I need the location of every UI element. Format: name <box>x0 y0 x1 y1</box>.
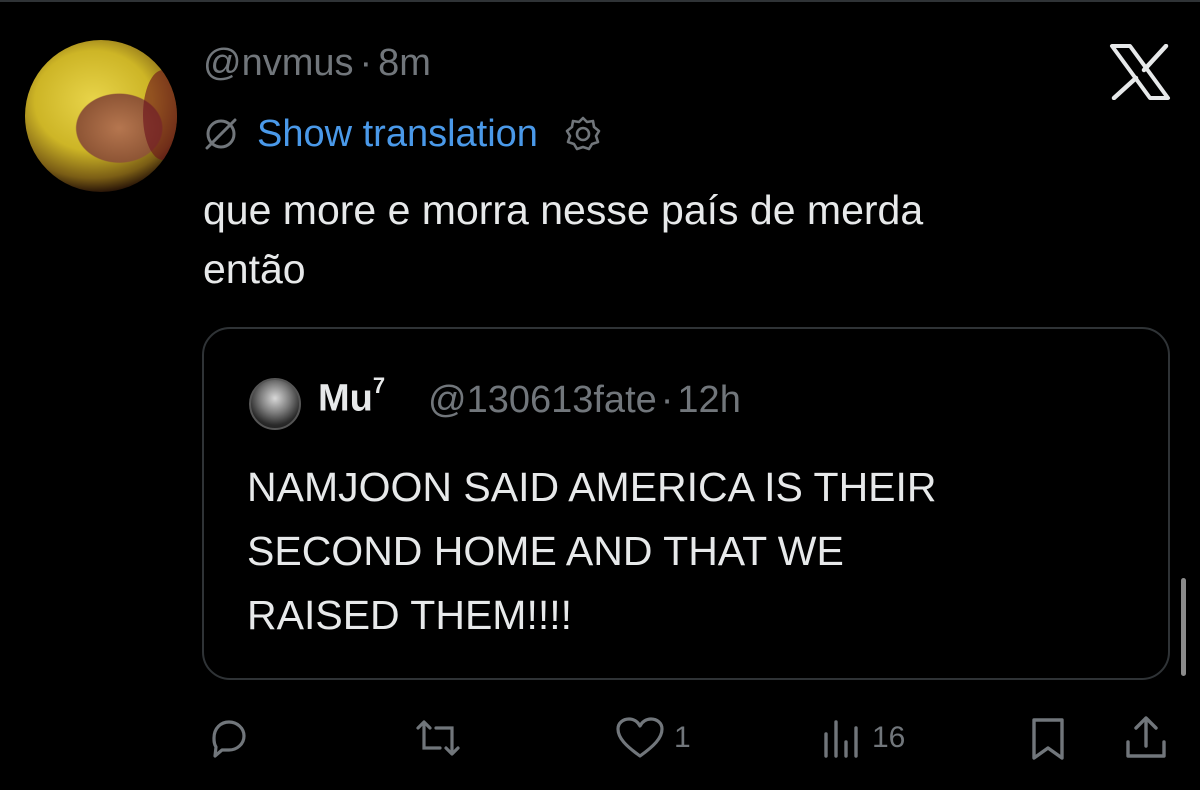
post-header: @nvmus · 8m <box>203 42 431 85</box>
gear-icon[interactable] <box>564 115 602 153</box>
reply-button[interactable] <box>204 710 252 766</box>
post-time[interactable]: 8m <box>378 42 431 84</box>
views-count: 16 <box>872 721 906 754</box>
quoted-author-name: Mu7 <box>318 373 385 421</box>
quoted-post-card[interactable]: Mu7 @130613fate · 12h NAMJOON SAID AMERICA… <box>202 327 1170 680</box>
share-button[interactable] <box>1122 710 1170 766</box>
globe-slash-icon <box>203 116 239 152</box>
bookmark-button[interactable] <box>1026 710 1070 766</box>
heart-icon <box>614 714 666 762</box>
repost-icon <box>410 714 466 762</box>
quoted-text-line: SECOND HOME AND THAT WE <box>247 528 844 574</box>
quoted-text-line: RAISED THEM!!!! <box>247 592 573 638</box>
quoted-text-line: NAMJOON SAID AMERICA IS THEIR <box>247 464 937 510</box>
like-count: 1 <box>674 721 691 754</box>
reply-bubble-icon <box>204 714 252 762</box>
post-text-line: então <box>203 246 306 292</box>
quoted-author-avatar <box>249 378 301 430</box>
translation-row: Show translation <box>203 112 602 156</box>
scrollbar[interactable] <box>1181 578 1186 676</box>
quoted-meta-separator: · <box>660 379 674 421</box>
action-bar: 1 16 <box>0 710 1200 770</box>
author-avatar[interactable] <box>25 40 177 192</box>
post-text-line: que more e morra nesse país de merda <box>203 187 924 233</box>
quoted-author-name-text: Mu <box>318 377 373 420</box>
quoted-author-name-sup: 7 <box>372 373 386 398</box>
show-translation-link[interactable]: Show translation <box>257 113 538 156</box>
x-logo-icon[interactable] <box>1108 43 1172 101</box>
views-button[interactable]: 16 <box>820 710 905 766</box>
quoted-post-time: 12h <box>677 379 741 421</box>
like-button[interactable]: 1 <box>614 710 691 766</box>
quoted-author-handle: @130613fate <box>428 379 657 421</box>
bookmark-icon <box>1026 714 1070 762</box>
header-separator: · <box>359 42 373 84</box>
quoted-post-text: NAMJOON SAID AMERICA IS THEIR SECOND HOM… <box>247 455 1127 647</box>
top-divider <box>0 0 1200 2</box>
share-icon <box>1122 714 1170 762</box>
repost-button[interactable] <box>410 710 466 766</box>
author-handle[interactable]: @nvmus <box>203 42 354 84</box>
analytics-bars-icon <box>820 714 864 762</box>
post-text: que more e morra nesse país de merda ent… <box>203 181 1143 299</box>
quoted-post-meta: @130613fate · 12h <box>428 379 741 422</box>
